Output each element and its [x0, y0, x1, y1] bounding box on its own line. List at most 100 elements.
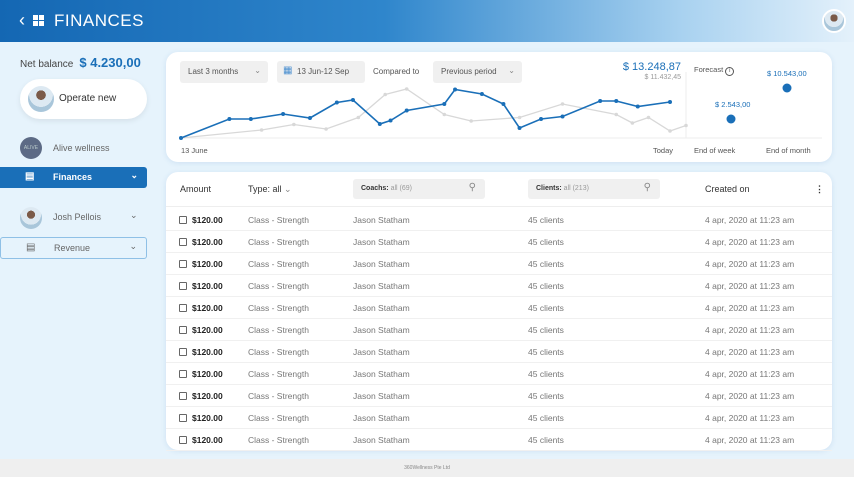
table-row[interactable]: $120.00 Class - Strength Jason Statham 4… — [166, 429, 832, 451]
data-point — [560, 102, 565, 106]
coach-cell: Jason Statham — [353, 303, 410, 313]
row-checkbox[interactable] — [179, 348, 187, 356]
row-checkbox[interactable] — [179, 238, 187, 246]
data-point — [248, 117, 253, 121]
chevron-left-icon[interactable]: ‹ — [19, 10, 25, 31]
sidebar-item-label: Revenue — [54, 243, 91, 253]
data-point — [598, 99, 603, 103]
amount-header[interactable]: Amount — [180, 184, 211, 194]
row-checkbox[interactable] — [179, 216, 187, 224]
chart-card: Last 3 months ⌄ ▦ 13 Jun-12 Sep Compared t… — [166, 52, 832, 162]
table-header: Amount Type: all ⌄ Coachs: all (69) ⚲ Cli… — [166, 172, 832, 207]
user-avatar[interactable] — [822, 9, 846, 33]
coach-cell: Jason Statham — [353, 413, 410, 423]
data-point — [404, 108, 409, 113]
amount-cell: $120.00 — [192, 435, 223, 445]
data-point — [614, 112, 619, 117]
coachs-filter: all (69) — [390, 185, 412, 192]
row-checkbox[interactable] — [179, 260, 187, 268]
row-checkbox[interactable] — [179, 304, 187, 312]
clients-cell: 45 clients — [528, 391, 564, 401]
table-row[interactable]: $120.00 Class - Strength Jason Statham 4… — [166, 231, 832, 253]
series-line-1 — [180, 88, 687, 139]
created-cell: 4 apr, 2020 at 11:23 am — [705, 347, 795, 357]
data-point — [668, 100, 672, 104]
sidebar-item-revenue[interactable]: ▤ Revenue ⌄ — [0, 237, 147, 259]
type-cell: Class - Strength — [248, 215, 309, 225]
more-options-icon[interactable]: ⋮ — [815, 184, 824, 195]
coach-cell: Jason Statham — [353, 435, 410, 445]
sidebar-item-finances[interactable]: ▤ Finances ⌄ — [0, 167, 147, 188]
row-checkbox[interactable] — [179, 392, 187, 400]
amount-cell: $120.00 — [192, 391, 223, 401]
chevron-down-icon: ⌄ — [130, 170, 138, 180]
row-checkbox[interactable] — [179, 414, 187, 422]
data-point — [356, 115, 361, 120]
created-cell: 4 apr, 2020 at 11:23 am — [705, 325, 795, 335]
type-cell: Class - Strength — [248, 259, 309, 269]
table-row[interactable]: $120.00 Class - Strength Jason Statham 4… — [166, 297, 832, 319]
table-row[interactable]: $120.00 Class - Strength Jason Statham 4… — [166, 253, 832, 275]
data-point — [668, 129, 672, 133]
transactions-table: Amount Type: all ⌄ Coachs: all (69) ⚲ Cli… — [166, 172, 832, 451]
table-row[interactable]: $120.00 Class - Strength Jason Statham 4… — [166, 319, 832, 341]
table-row[interactable]: $120.00 Class - Strength Jason Statham 4… — [166, 363, 832, 385]
data-point — [350, 98, 355, 102]
line-chart — [179, 72, 822, 140]
data-point — [324, 127, 328, 131]
coach-cell: Jason Statham — [353, 215, 410, 225]
amount-cell: $120.00 — [192, 259, 223, 269]
row-checkbox[interactable] — [179, 436, 187, 444]
created-cell: 4 apr, 2020 at 11:23 am — [705, 237, 795, 247]
data-point — [281, 112, 286, 116]
data-point — [404, 87, 409, 91]
coach-cell: Jason Statham — [353, 325, 410, 335]
row-checkbox[interactable] — [179, 370, 187, 378]
amount-cell: $120.00 — [192, 215, 223, 225]
amount-cell: $120.00 — [192, 303, 223, 313]
created-header[interactable]: Created on — [705, 184, 750, 194]
data-point — [179, 136, 183, 140]
clients-search[interactable]: Clients: all (213) ⚲ — [528, 179, 660, 199]
data-point — [388, 118, 393, 123]
data-point — [517, 126, 522, 130]
clients-cell: 45 clients — [528, 347, 564, 357]
created-cell: 4 apr, 2020 at 11:23 am — [705, 369, 795, 379]
table-row[interactable]: $120.00 Class - Strength Jason Statham 4… — [166, 275, 832, 297]
created-cell: 4 apr, 2020 at 11:23 am — [705, 435, 795, 445]
forecast-month-point — [782, 83, 792, 93]
data-point — [479, 92, 484, 96]
type-filter[interactable]: Type: all ⌄ — [248, 184, 292, 195]
clients-label: Clients: — [536, 185, 562, 192]
clients-cell: 45 clients — [528, 325, 564, 335]
created-cell: 4 apr, 2020 at 11:23 am — [705, 281, 795, 291]
row-checkbox[interactable] — [179, 326, 187, 334]
org-name[interactable]: Alive wellness — [53, 143, 110, 153]
data-point — [383, 92, 387, 97]
type-cell: Class - Strength — [248, 369, 309, 379]
created-cell: 4 apr, 2020 at 11:23 am — [705, 303, 795, 313]
data-point — [517, 115, 522, 120]
coachs-search[interactable]: Coachs: all (69) ⚲ — [353, 179, 485, 199]
type-cell: Class - Strength — [248, 435, 309, 445]
page-title: FINANCES — [54, 11, 144, 30]
data-point — [307, 116, 312, 120]
footer: 360Wellness Pte Ltd — [0, 459, 854, 477]
net-balance-label: Net balance — [20, 59, 74, 70]
coins-icon: ▤ — [25, 171, 35, 182]
row-checkbox[interactable] — [179, 282, 187, 290]
table-row[interactable]: $120.00 Class - Strength Jason Statham 4… — [166, 209, 832, 231]
data-point — [630, 121, 635, 125]
chevron-down-icon: ⌄ — [130, 210, 138, 220]
operate-new-button[interactable]: Operate new — [20, 79, 147, 119]
table-row[interactable]: $120.00 Class - Strength Jason Statham 4… — [166, 385, 832, 407]
avatar — [28, 86, 54, 112]
type-cell: Class - Strength — [248, 391, 309, 401]
clients-cell: 45 clients — [528, 435, 564, 445]
table-row[interactable]: $120.00 Class - Strength Jason Statham 4… — [166, 341, 832, 363]
grid-icon[interactable] — [33, 15, 44, 26]
search-icon: ⚲ — [643, 182, 651, 193]
table-row[interactable]: $120.00 Class - Strength Jason Statham 4… — [166, 407, 832, 429]
type-cell: Class - Strength — [248, 237, 309, 247]
org-logo: ALIVE — [20, 137, 42, 159]
